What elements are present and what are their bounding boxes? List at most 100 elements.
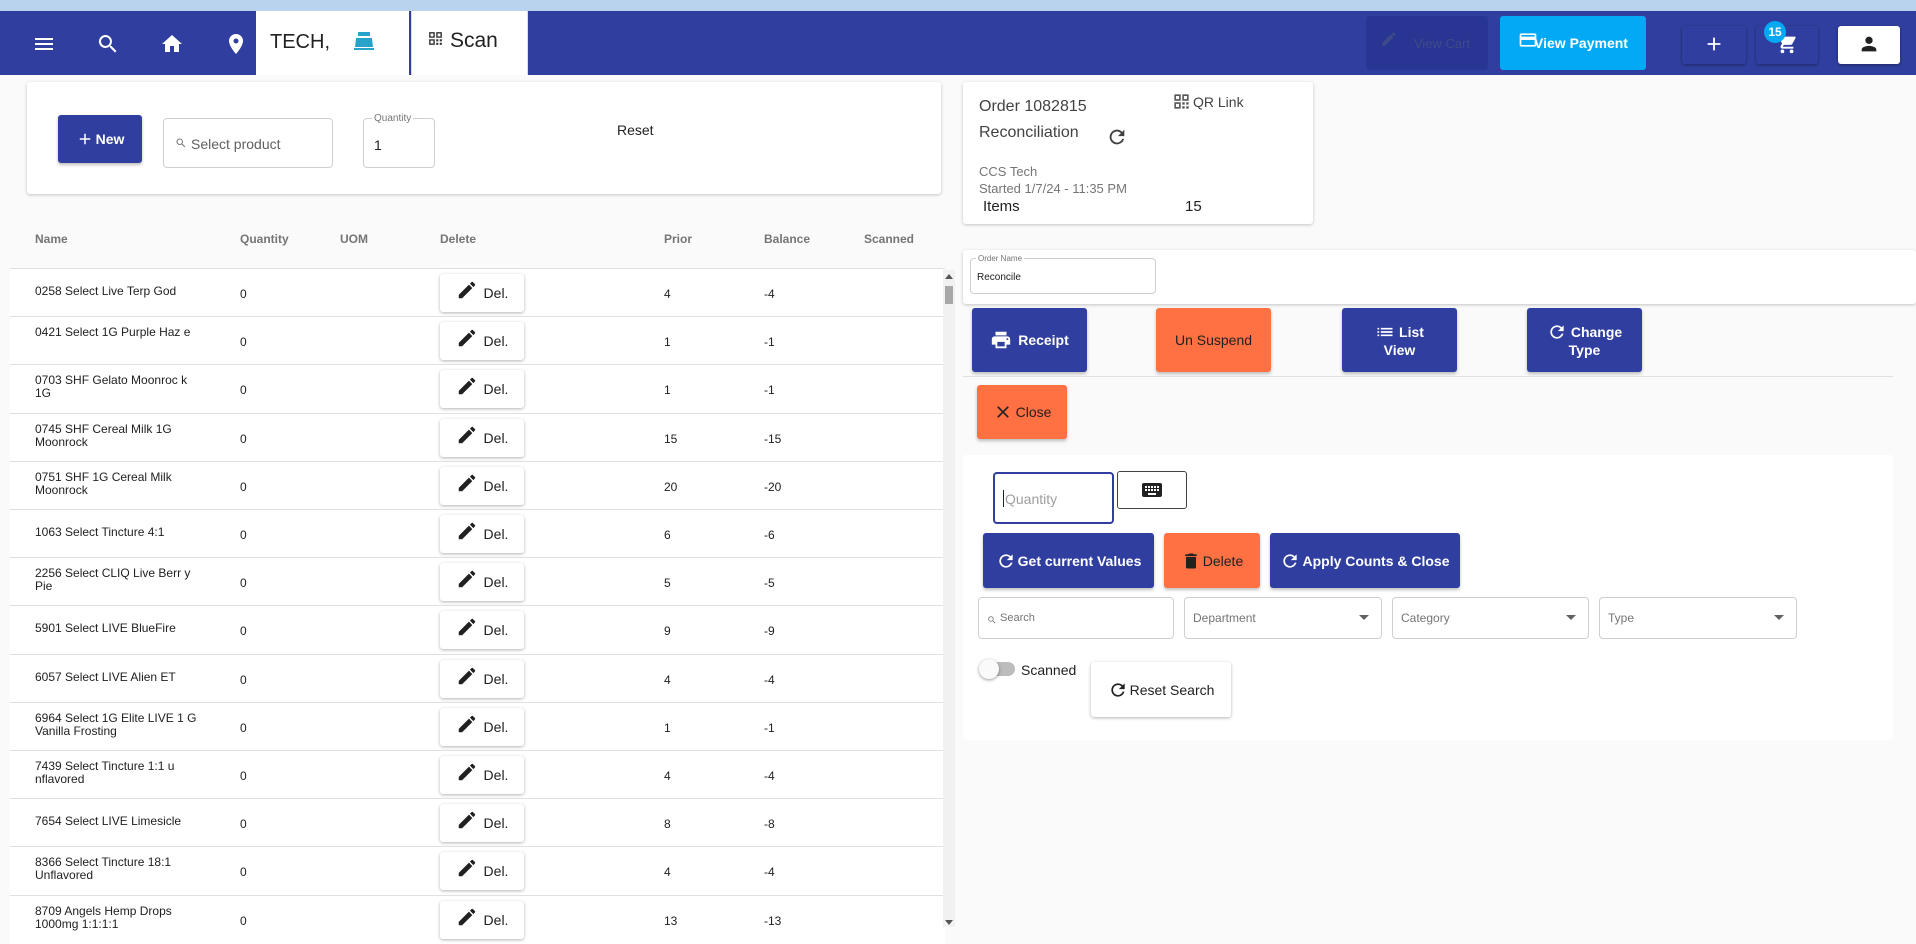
row-name: 7654 Select LIVE Limesicle (35, 814, 182, 829)
row-prior: 4 (664, 672, 671, 687)
row-delete-label: Del. (483, 381, 509, 398)
category-select[interactable]: Category (1392, 597, 1589, 639)
order-name-field[interactable]: Order Name Reconcile (970, 254, 1156, 294)
apply-counts-close-button[interactable]: Apply Counts & Close (1270, 533, 1460, 588)
row-delete-button[interactable]: Del. (440, 852, 524, 891)
row-balance: -15 (764, 431, 782, 446)
close-label: Close (1015, 404, 1052, 420)
department-select[interactable]: Department (1184, 597, 1382, 639)
refresh-icon[interactable] (1106, 126, 1128, 153)
add-product-card: New Select product Quantity 1 Reset (27, 82, 941, 194)
count-quantity-input[interactable]: Quantity (993, 472, 1114, 524)
location-pin-icon[interactable] (214, 22, 258, 66)
row-delete-button[interactable]: Del. (440, 804, 524, 843)
row-name: 0421 Select 1G Purple Haz e (35, 325, 191, 340)
row-delete-button[interactable]: Del. (440, 466, 524, 505)
scan-button[interactable]: Scan (411, 11, 528, 75)
table-scrollbar[interactable] (943, 270, 955, 927)
row-balance: -4 (764, 865, 775, 880)
product-select-field[interactable]: Select product (163, 118, 333, 168)
trash-icon (1181, 551, 1201, 571)
top-navbar: TECH, Scan View Cart View Payment 15 (0, 11, 1916, 75)
row-delete-button[interactable]: Del. (440, 611, 524, 650)
row-quantity: 0 (240, 672, 247, 687)
type-select[interactable]: Type (1599, 597, 1797, 639)
scroll-down-arrow[interactable] (945, 920, 953, 925)
account-button[interactable] (1838, 26, 1900, 64)
order-info-card: Order 1082815 QR Link Reconciliation CCS… (963, 82, 1313, 224)
row-delete-button[interactable]: Del. (440, 563, 524, 602)
new-label: New (95, 131, 125, 147)
row-prior: 13 (664, 913, 678, 928)
row-prior: 4 (664, 865, 671, 880)
quantity-label: Quantity (372, 113, 414, 124)
register-icon[interactable] (352, 29, 376, 58)
row-balance: -1 (764, 383, 775, 398)
row-delete-button[interactable]: Del. (440, 707, 524, 746)
add-button[interactable] (1682, 26, 1746, 64)
close-button[interactable]: Close (977, 385, 1067, 439)
search-placeholder: Search (1000, 612, 1035, 624)
new-button[interactable]: New (58, 115, 142, 163)
view-cart-button[interactable]: View Cart (1366, 16, 1488, 70)
chevron-down-icon (1774, 615, 1784, 620)
row-delete-button[interactable]: Del. (440, 515, 524, 553)
row-delete-button[interactable]: Del. (440, 756, 524, 794)
printer-icon (990, 329, 1012, 351)
type-label: Type (1608, 611, 1635, 625)
pencil-icon (456, 667, 484, 687)
reset-search-label: Reset Search (1129, 681, 1215, 698)
list-view-label-1: List (1399, 324, 1424, 340)
col-header-balance: Balance (764, 232, 811, 246)
scroll-up-arrow[interactable] (945, 274, 953, 279)
reset-search-button[interactable]: Reset Search (1091, 662, 1231, 717)
row-balance: -4 (764, 287, 775, 301)
items-count: 15 (1185, 198, 1202, 215)
row-prior: 1 (664, 383, 671, 398)
row-prior: 5 (664, 576, 671, 591)
view-payment-button[interactable]: View Payment (1500, 16, 1646, 70)
scrollbar-thumb[interactable] (945, 286, 953, 304)
row-delete-button[interactable]: Del. (440, 274, 524, 312)
list-view-button[interactable]: List View (1342, 308, 1457, 372)
row-delete-button[interactable]: Del. (440, 418, 524, 457)
get-current-values-button[interactable]: Get current Values (983, 533, 1154, 588)
row-quantity: 0 (240, 865, 247, 880)
reset-button[interactable]: Reset (617, 122, 654, 138)
change-type-label-1: Change (1570, 324, 1623, 340)
order-name-card: Order Name Reconcile (963, 250, 1916, 304)
row-delete-button[interactable]: Del. (440, 322, 524, 361)
row-delete-button[interactable]: Del. (440, 900, 524, 939)
row-prior: 20 (664, 479, 678, 494)
row-name: 0751 SHF 1G Cereal Milk Moonrock (35, 469, 172, 497)
unsuspend-button[interactable]: Un Suspend (1156, 308, 1271, 372)
search-icon[interactable] (86, 22, 130, 66)
count-quantity-cursor (1003, 490, 1004, 507)
pencil-icon (456, 860, 484, 879)
home-icon[interactable] (150, 22, 194, 66)
row-delete-button[interactable]: Del. (440, 659, 524, 698)
scanned-toggle[interactable] (979, 659, 1015, 679)
row-delete-label: Del. (483, 815, 509, 832)
row-quantity: 0 (240, 720, 247, 735)
quantity-field[interactable]: Quantity 1 (363, 113, 435, 168)
menu-icon[interactable] (22, 22, 66, 66)
search-field[interactable]: Search (978, 597, 1174, 639)
row-balance: -8 (764, 817, 775, 832)
keyboard-button[interactable] (1117, 471, 1187, 509)
company-name: CCS Tech (979, 164, 1038, 179)
row-quantity: 0 (240, 769, 247, 783)
col-header-uom: UOM (340, 232, 368, 246)
delete-button[interactable]: Delete (1164, 533, 1260, 588)
row-delete-label: Del. (483, 333, 509, 350)
location-selector[interactable]: TECH, (256, 11, 409, 75)
row-delete-button[interactable]: Del. (440, 370, 524, 409)
table-row: 8366 Select Tincture 18:1 Unflavored 0 Del… (10, 846, 945, 896)
receipt-button[interactable]: Receipt (972, 308, 1087, 372)
row-prior: 1 (664, 335, 671, 350)
pencil-icon (456, 522, 484, 542)
qr-link[interactable]: QR Link (1172, 92, 1244, 111)
row-name: 1063 Select Tincture 4:1 (35, 525, 165, 539)
row-balance: -4 (764, 672, 775, 687)
change-type-button[interactable]: Change Type (1527, 308, 1642, 372)
